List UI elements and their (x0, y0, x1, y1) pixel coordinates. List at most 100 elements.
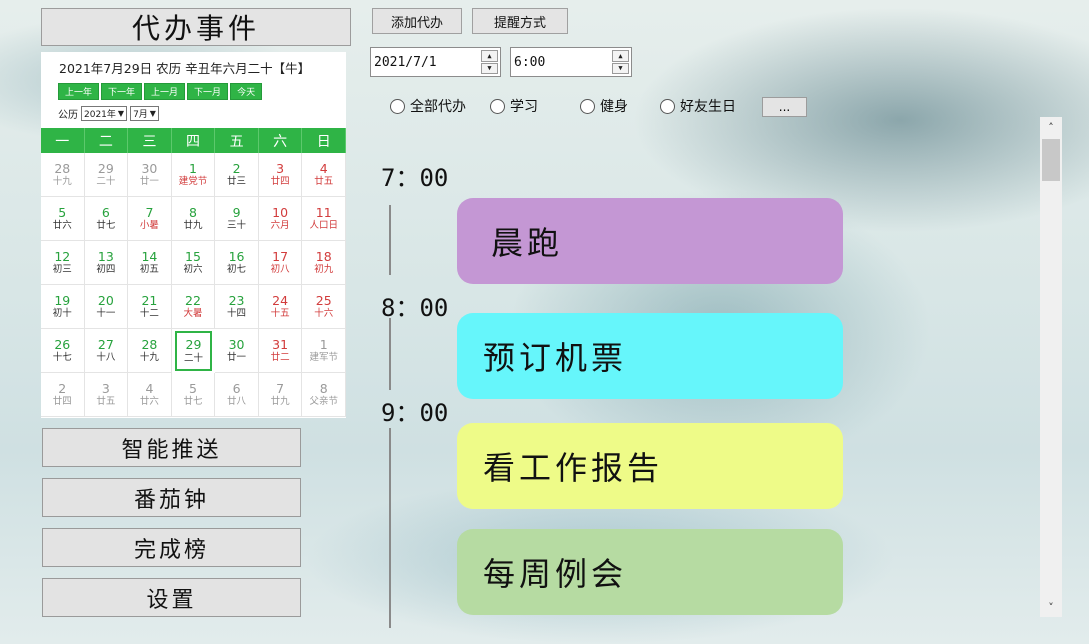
lunar-date: 廿七 (96, 220, 116, 232)
calendar-day[interactable]: 23 十四 (215, 285, 259, 329)
lunar-date: 十九 (139, 352, 159, 364)
time-spin-up-button[interactable]: ▲ (612, 50, 629, 62)
calendar-day[interactable]: 10 六月 (258, 197, 303, 241)
day-number: 3 (101, 380, 110, 396)
filter-study-radio[interactable]: 学习 (490, 96, 538, 116)
lunar-date: 廿九 (270, 396, 290, 408)
calendar-day[interactable]: 21 十二 (128, 285, 172, 329)
calendar-day[interactable]: 28 十九 (128, 329, 172, 373)
calendar-day[interactable]: 18 初九 (302, 241, 346, 285)
next-month-button[interactable]: 下一月 (187, 83, 229, 100)
radio-circle[interactable] (580, 98, 595, 114)
calendar-day[interactable]: 9 三十 (215, 197, 259, 241)
task-card[interactable]: 晨跑 (457, 198, 843, 284)
day-number: 27 (97, 336, 114, 352)
day-number: 6 (232, 380, 241, 396)
lunar-date: 初十 (52, 308, 72, 320)
calendar-day[interactable]: 6 廿八 (215, 373, 259, 417)
calendar-day[interactable]: 22 大暑 (171, 285, 216, 329)
calendar-day[interactable]: 7 廿九 (258, 373, 303, 417)
calendar-day[interactable]: 2 廿三 (215, 153, 259, 197)
calendar-day[interactable]: 20 十一 (84, 285, 129, 329)
calendar-day[interactable]: 4 廿六 (128, 373, 172, 417)
radio-circle[interactable] (490, 98, 505, 114)
task-label: 预订机票 (483, 339, 628, 377)
calendar-day[interactable]: 7 小暑 (128, 197, 172, 241)
task-scrollbar[interactable]: ˄ ˅ (1040, 117, 1062, 617)
pomodoro-button[interactable]: 番茄钟 (42, 478, 301, 517)
time-spin-down-button[interactable]: ▼ (612, 62, 629, 74)
date-spin-up-button[interactable]: ▲ (481, 50, 498, 62)
calendar-day[interactable]: 30 廿一 (128, 153, 172, 197)
date-picker[interactable]: 2021/7/1 ▲ ▼ (370, 47, 501, 77)
calendar-day[interactable]: 14 初五 (128, 241, 172, 285)
calendar-day[interactable]: 1 建党节 (171, 153, 216, 197)
radio-circle[interactable] (660, 98, 675, 114)
today-button[interactable]: 今天 (230, 83, 263, 100)
lunar-date: 廿一 (227, 352, 247, 364)
calendar-day[interactable]: 24 十五 (258, 285, 303, 329)
lunar-date: 十四 (227, 308, 247, 320)
day-number: 24 (272, 292, 289, 308)
task-card[interactable]: 每周例会 (457, 529, 843, 615)
leaderboard-button[interactable]: 完成榜 (42, 528, 301, 567)
month-select[interactable]: 7月 ▼ (130, 106, 159, 121)
task-card[interactable]: 看工作报告 (457, 423, 843, 509)
add-todo-button[interactable]: 添加代办 (372, 8, 462, 34)
calendar-day[interactable]: 26 十七 (41, 329, 85, 373)
calendar-day[interactable]: 28 十九 (41, 153, 85, 197)
scroll-up-icon[interactable]: ˄ (1040, 117, 1062, 137)
calendar-day[interactable]: 15 初六 (171, 241, 216, 285)
lunar-date: 人口日 (309, 220, 338, 232)
calendar-day[interactable]: 16 初七 (215, 241, 259, 285)
next-year-button[interactable]: 下一年 (101, 83, 143, 100)
lunar-date: 初六 (183, 264, 203, 276)
calendar-day[interactable]: 29 二十 (174, 331, 213, 371)
task-card[interactable]: 预订机票 (457, 313, 843, 399)
lunar-date: 初四 (96, 264, 116, 276)
calendar-day[interactable]: 4 廿五 (302, 153, 346, 197)
prev-month-button[interactable]: 上一月 (144, 83, 186, 100)
time-picker[interactable]: 6:00 ▲ ▼ (510, 47, 632, 77)
calendar-day[interactable]: 12 初三 (41, 241, 85, 285)
smart-push-button[interactable]: 智能推送 (42, 428, 301, 467)
calendar-day[interactable]: 25 十六 (302, 285, 346, 329)
filter-all-radio[interactable]: 全部代办 (390, 96, 466, 116)
settings-button[interactable]: 设置 (42, 578, 301, 617)
reminder-method-button[interactable]: 提醒方式 (472, 8, 568, 34)
filter-label: 健身 (600, 99, 628, 115)
calendar-day[interactable]: 13 初四 (84, 241, 129, 285)
time-label-7: 7：00 (381, 164, 449, 192)
more-filters-button[interactable]: ... (762, 97, 807, 117)
day-number: 4 (145, 380, 154, 396)
calendar-day[interactable]: 5 廿七 (171, 373, 216, 417)
calendar-day[interactable]: 1 建军节 (302, 329, 346, 373)
calendar-day[interactable]: 8 父亲节 (302, 373, 346, 417)
calendar-day[interactable]: 31 廿二 (258, 329, 303, 373)
filter-fitness-radio[interactable]: 健身 (580, 96, 628, 116)
date-spin-down-button[interactable]: ▼ (481, 62, 498, 74)
calendar-day[interactable]: 3 廿五 (84, 373, 129, 417)
year-select[interactable]: 2021年 ▼ (81, 106, 128, 121)
day-number: 20 (97, 292, 114, 308)
lunar-date: 初九 (314, 264, 334, 276)
radio-circle[interactable] (390, 98, 405, 114)
calendar-grid: 28 十九 29 二十 30 廿一 1 建党节 2 廿三 3 廿四 4 廿五 5 廿六 6 廿七 7 小暑 8 廿九 9 三十… (41, 153, 346, 417)
scroll-down-icon[interactable]: ˅ (1040, 597, 1062, 617)
calendar-day[interactable]: 11 人口日 (302, 197, 346, 241)
calendar-day[interactable]: 6 廿七 (84, 197, 129, 241)
calendar-day[interactable]: 29 二十 (84, 153, 129, 197)
weekday-label: 四 (172, 128, 216, 153)
calendar-day[interactable]: 8 廿九 (171, 197, 216, 241)
calendar-day[interactable]: 19 初十 (41, 285, 85, 329)
calendar-day[interactable]: 2 廿四 (41, 373, 85, 417)
calendar-day[interactable]: 5 廿六 (41, 197, 85, 241)
calendar-day[interactable]: 27 十八 (84, 329, 129, 373)
calendar-day[interactable]: 17 初八 (258, 241, 303, 285)
calendar-day[interactable]: 30 廿一 (215, 329, 259, 373)
calendar-day[interactable]: 3 廿四 (258, 153, 303, 197)
filter-birthday-radio[interactable]: 好友生日 (660, 96, 736, 116)
day-number: 5 (189, 380, 197, 396)
scroll-thumb[interactable] (1042, 139, 1060, 181)
prev-year-button[interactable]: 上一年 (58, 83, 100, 100)
